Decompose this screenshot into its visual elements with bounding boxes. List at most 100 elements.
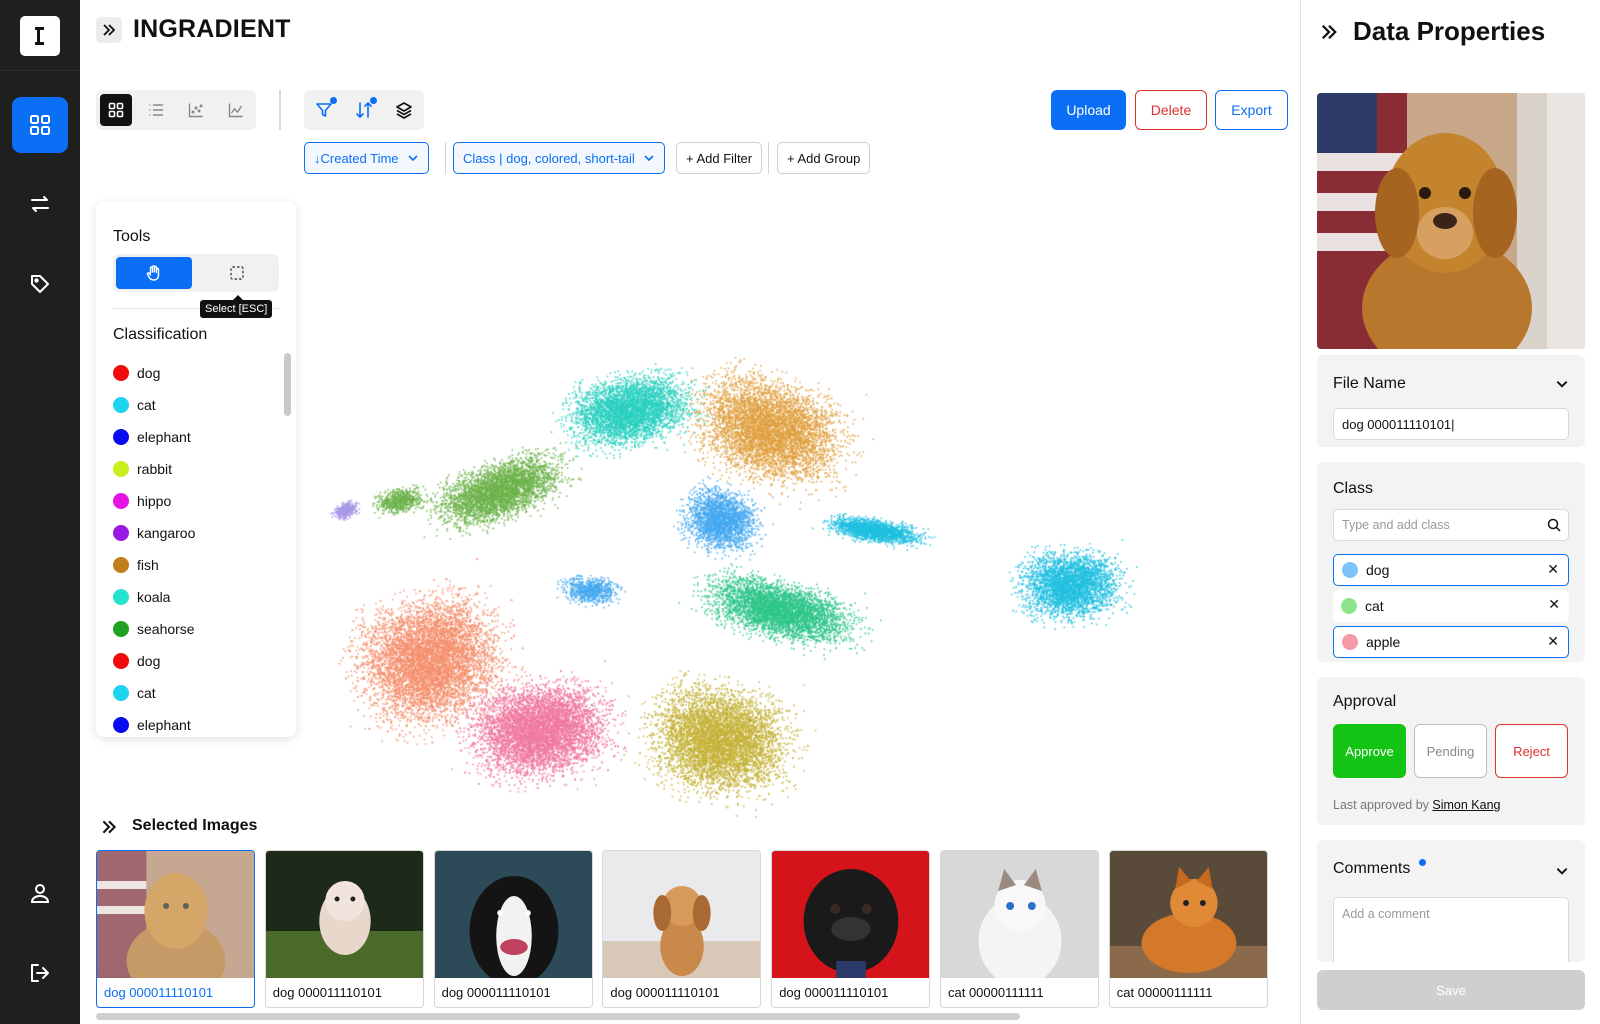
classification-label: rabbit [137,461,173,477]
profile-nav-button[interactable] [12,865,68,921]
image-strip-scrollbar[interactable] [96,1013,1020,1020]
add-group-button[interactable]: + Add Group [777,142,871,174]
dashboard-nav-button[interactable] [12,97,68,153]
sort-created-time-chip[interactable]: ↓Created Time [304,142,429,174]
upload-button[interactable]: Upload [1051,90,1126,130]
image-thumbnail[interactable]: dog 000011110101 [433,850,593,1008]
class-tag-color-dot [1342,562,1358,578]
image-thumbnail[interactable]: cat 00000111111 [940,850,1099,1008]
image-thumbnail[interactable]: cat 00000111111 [1108,850,1268,1008]
remove-tag-icon[interactable]: ✕ [1547,561,1559,578]
class-search-input[interactable]: Type and add class [1333,509,1569,541]
class-filter-chip[interactable]: Class | dog, colored, short-tail [453,142,665,174]
embedding-scatter-plot[interactable] [300,310,1220,855]
image-thumbnail[interactable]: dog 000011110101 [96,850,255,1008]
approver-link[interactable]: Simon Kang [1432,798,1500,812]
class-tag[interactable]: cat ✕ [1333,590,1569,622]
image-thumbnail[interactable]: dog 000011110101 [264,850,424,1008]
class-color-dot [113,397,129,413]
save-button[interactable]: Save [1317,970,1585,1010]
filter-tab[interactable] [308,94,340,126]
class-color-dot [113,621,129,637]
classification-label: hippo [137,493,172,509]
classification-label: kangaroo [137,525,196,541]
search-icon[interactable] [1547,518,1561,532]
thumbnail-image [603,851,761,978]
classification-item[interactable]: dog [113,357,273,389]
classification-item[interactable]: rabbit [113,453,273,485]
double-chevron-right-icon[interactable] [1319,22,1339,42]
remove-tag-icon[interactable]: ✕ [1547,633,1559,650]
comments-unread-dot [1419,859,1426,866]
classification-item[interactable]: koala [113,581,273,613]
image-thumbnail[interactable]: dog 000011110101 [602,850,762,1008]
reject-button[interactable]: Reject [1495,724,1568,778]
classification-label: elephant [137,429,191,445]
comment-textarea[interactable]: Add a comment [1333,897,1569,962]
logout-nav-button[interactable] [12,945,68,1001]
classification-item[interactable]: elephant [113,421,273,453]
classification-item[interactable]: dog [113,645,273,677]
list-view-tab[interactable] [140,94,172,126]
preview-image [1317,93,1585,349]
approval-title: Approval [1333,693,1397,710]
thumbnail-caption: cat 00000111111 [948,985,1044,1000]
data-tool-tabs [304,90,424,130]
approval-card: Approval Approve Pending Reject Last app… [1317,677,1585,825]
pan-tool-button[interactable] [116,257,192,289]
pending-button[interactable]: Pending [1414,724,1487,778]
collapse-toggle-button[interactable] [96,17,122,43]
class-tag[interactable]: apple ✕ [1333,626,1569,658]
selected-images-title: Selected Images [132,817,258,834]
select-tool-tooltip: Select [ESC] [200,295,273,318]
layers-tab[interactable] [388,94,420,126]
tag-icon [31,275,49,293]
last-approved-prefix: Last approved by [1333,798,1429,812]
thumbnail-image [1109,851,1267,978]
classification-item[interactable]: kangaroo [113,517,273,549]
data-properties-panel: Data Properties File Name dog 0000111101… [1300,0,1600,1024]
line-chart-tab[interactable] [220,94,252,126]
add-filter-button[interactable]: + Add Filter [676,142,763,174]
class-tag[interactable]: dog ✕ [1333,554,1569,586]
classification-item[interactable]: seahorse [113,613,273,645]
select-tool-button[interactable] [199,257,275,289]
class-color-dot [113,717,129,733]
classification-label: elephant [137,717,191,733]
tool-mode-toggle [113,254,279,292]
sort-icon [356,102,372,118]
delete-button[interactable]: Delete [1135,90,1207,130]
classification-item[interactable]: fish [113,549,273,581]
double-chevron-right-icon [103,24,116,36]
remove-tag-icon[interactable]: ✕ [1548,596,1560,613]
export-button[interactable]: Export [1215,90,1288,130]
app-title: INGRADIENT [133,15,291,43]
file-name-input[interactable]: dog 000011110101| [1333,408,1569,440]
transfer-nav-button[interactable] [12,176,68,232]
image-thumbnail[interactable]: dog 000011110101 [771,850,931,1008]
sort-chip-label: ↓Created Time [314,150,399,166]
app-logo[interactable] [20,16,60,56]
list-view-icon [149,104,163,116]
chevron-down-icon[interactable] [1555,864,1569,878]
double-chevron-right-icon[interactable] [100,818,118,836]
classification-scrollbar[interactable] [284,353,291,416]
chevron-down-icon[interactable] [1555,377,1569,391]
classification-item[interactable]: cat [113,389,273,421]
chevron-down-icon [644,155,654,162]
sort-tab[interactable] [348,94,380,126]
view-mode-tabs [96,90,256,130]
classification-item[interactable]: hippo [113,485,273,517]
scatter-view-tab[interactable] [180,94,212,126]
approve-button[interactable]: Approve [1333,724,1406,778]
thumbnail-caption: cat 00000111111 [1116,985,1213,1000]
class-color-dot [113,493,129,509]
grid-view-tab[interactable] [100,94,132,126]
comments-title: Comments [1333,860,1411,877]
class-card: Class Type and add class dog ✕ cat ✕ apple ✕ [1317,462,1585,662]
class-tag-label: apple [1366,634,1401,650]
labels-nav-button[interactable] [12,256,68,312]
classification-title: Classification [113,326,208,343]
classification-item[interactable]: elephant [113,709,273,737]
classification-item[interactable]: cat [113,677,273,709]
